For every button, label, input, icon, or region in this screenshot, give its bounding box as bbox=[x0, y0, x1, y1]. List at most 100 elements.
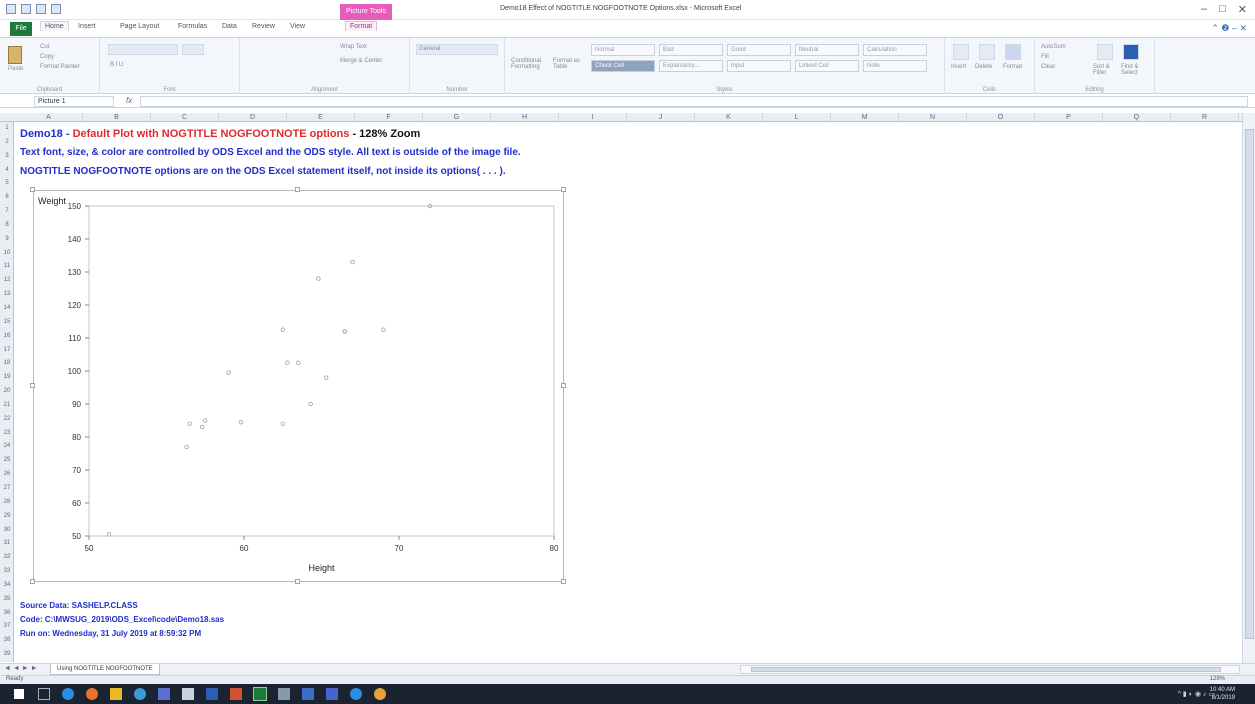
insert-icon[interactable] bbox=[953, 44, 969, 60]
powerpoint-icon[interactable] bbox=[230, 688, 242, 700]
row-header[interactable]: 1 bbox=[0, 122, 14, 136]
row-header[interactable]: 31 bbox=[0, 537, 14, 551]
paste-icon[interactable] bbox=[8, 46, 22, 64]
resize-handle-bottom-left[interactable] bbox=[30, 579, 35, 584]
excel-taskbar-icon[interactable] bbox=[253, 687, 267, 701]
close-icon[interactable]: ✕ bbox=[1238, 3, 1247, 16]
horizontal-scroll-thumb[interactable] bbox=[751, 667, 1221, 672]
resize-handle-top-right[interactable] bbox=[561, 187, 566, 192]
name-box[interactable]: Picture 1 bbox=[34, 96, 114, 107]
row-header[interactable]: 18 bbox=[0, 357, 14, 371]
font-size-box[interactable] bbox=[182, 44, 204, 55]
column-header[interactable]: G bbox=[423, 113, 491, 122]
row-header[interactable]: 7 bbox=[0, 205, 14, 219]
row-header[interactable]: 14 bbox=[0, 302, 14, 316]
style-neutral[interactable]: Neutral bbox=[795, 44, 859, 56]
row-header[interactable]: 15 bbox=[0, 316, 14, 330]
windows-start-icon[interactable] bbox=[14, 689, 24, 699]
autosum-button[interactable]: AutoSum bbox=[1041, 44, 1066, 50]
task-view-icon[interactable] bbox=[38, 688, 50, 700]
zoom-level[interactable]: 128% bbox=[1210, 676, 1225, 682]
tab-insert[interactable]: Insert bbox=[78, 23, 96, 30]
sheet-tab-active[interactable]: Using NOGTITLE NOGFOOTNOTE bbox=[50, 664, 160, 675]
tab-file[interactable]: File bbox=[10, 22, 32, 36]
column-header[interactable]: M bbox=[831, 113, 899, 122]
row-header[interactable]: 29 bbox=[0, 510, 14, 524]
help-icon[interactable]: ⌃ ❷ – ✕ bbox=[1211, 23, 1247, 34]
chrome-icon[interactable] bbox=[134, 688, 146, 700]
sort-filter-button[interactable]: Sort & Filter bbox=[1093, 64, 1119, 76]
find-select-button[interactable]: Find & Select bbox=[1121, 64, 1151, 76]
merge-center-button[interactable]: Merge & Center bbox=[340, 58, 382, 64]
app-icon-1[interactable] bbox=[158, 688, 170, 700]
column-header[interactable]: H bbox=[491, 113, 559, 122]
row-header[interactable]: 30 bbox=[0, 524, 14, 538]
file-explorer-icon[interactable] bbox=[110, 688, 122, 700]
column-header[interactable]: F bbox=[355, 113, 423, 122]
tab-format[interactable]: Format bbox=[345, 21, 378, 31]
word-icon[interactable] bbox=[206, 688, 218, 700]
edge-icon[interactable] bbox=[62, 688, 74, 700]
row-header[interactable]: 16 bbox=[0, 330, 14, 344]
style-normal[interactable]: Normal bbox=[591, 44, 655, 56]
format-button[interactable]: Format bbox=[1003, 64, 1022, 70]
cut-button[interactable]: Cut bbox=[40, 44, 49, 50]
column-header[interactable]: C bbox=[151, 113, 219, 122]
row-header[interactable]: 8 bbox=[0, 219, 14, 233]
row-header[interactable]: 20 bbox=[0, 385, 14, 399]
bold-italic-underline[interactable]: B I U bbox=[110, 62, 123, 68]
insert-button[interactable]: Insert bbox=[951, 64, 966, 70]
row-header[interactable]: 36 bbox=[0, 607, 14, 621]
row-header[interactable]: 28 bbox=[0, 496, 14, 510]
style-note[interactable]: Note bbox=[863, 60, 927, 72]
tab-formulas[interactable]: Formulas bbox=[178, 23, 207, 30]
find-select-icon[interactable] bbox=[1123, 44, 1139, 60]
row-header[interactable]: 37 bbox=[0, 620, 14, 634]
tab-page-layout[interactable]: Page Layout bbox=[120, 23, 159, 30]
delete-button[interactable]: Delete bbox=[975, 64, 992, 70]
resize-handle-bottom[interactable] bbox=[295, 579, 300, 584]
resize-handle-right[interactable] bbox=[561, 383, 566, 388]
wrap-text-button[interactable]: Wrap Text bbox=[340, 44, 367, 50]
row-header[interactable]: 10 bbox=[0, 247, 14, 261]
row-header[interactable]: 5 bbox=[0, 177, 14, 191]
row-header[interactable]: 9 bbox=[0, 233, 14, 247]
save-icon[interactable] bbox=[21, 4, 31, 14]
tab-data[interactable]: Data bbox=[222, 23, 237, 30]
undo-icon[interactable] bbox=[36, 4, 46, 14]
row-header[interactable]: 21 bbox=[0, 399, 14, 413]
row-header[interactable]: 13 bbox=[0, 288, 14, 302]
ie-icon[interactable] bbox=[350, 688, 362, 700]
row-header[interactable]: 22 bbox=[0, 413, 14, 427]
row-header[interactable]: 11 bbox=[0, 260, 14, 274]
app-icon-5[interactable] bbox=[374, 688, 386, 700]
resize-handle-top[interactable] bbox=[295, 187, 300, 192]
copy-button[interactable]: Copy bbox=[40, 54, 54, 60]
resize-handle-bottom-right[interactable] bbox=[561, 579, 566, 584]
row-header[interactable]: 19 bbox=[0, 371, 14, 385]
formula-input[interactable] bbox=[140, 96, 1248, 107]
column-header[interactable]: P bbox=[1035, 113, 1103, 122]
chart-picture[interactable]: 50 60 70 80 90 100 110 120 130 140 150 50 60 70 80 Weig… bbox=[33, 190, 564, 582]
row-header[interactable]: 27 bbox=[0, 482, 14, 496]
column-header[interactable]: L bbox=[763, 113, 831, 122]
clock[interactable]: 10:40 AM 8/1/2019 bbox=[1210, 686, 1235, 702]
format-icon[interactable] bbox=[1005, 44, 1021, 60]
fill-button[interactable]: Fill bbox=[1041, 54, 1049, 60]
row-header[interactable]: 32 bbox=[0, 551, 14, 565]
column-header[interactable]: O bbox=[967, 113, 1035, 122]
maximize-icon[interactable]: □ bbox=[1219, 3, 1226, 16]
column-header[interactable]: K bbox=[695, 113, 763, 122]
row-header[interactable]: 6 bbox=[0, 191, 14, 205]
row-header[interactable]: 12 bbox=[0, 274, 14, 288]
vertical-scroll-thumb[interactable] bbox=[1245, 129, 1254, 639]
column-header[interactable]: N bbox=[899, 113, 967, 122]
vertical-scrollbar[interactable] bbox=[1242, 113, 1255, 663]
row-header[interactable]: 38 bbox=[0, 634, 14, 648]
format-as-table-button[interactable]: Format as Table bbox=[553, 58, 585, 70]
row-header[interactable]: 24 bbox=[0, 440, 14, 454]
column-header[interactable]: A bbox=[15, 113, 83, 122]
row-header[interactable]: 26 bbox=[0, 468, 14, 482]
mail-icon[interactable] bbox=[326, 688, 338, 700]
app-icon-4[interactable] bbox=[302, 688, 314, 700]
